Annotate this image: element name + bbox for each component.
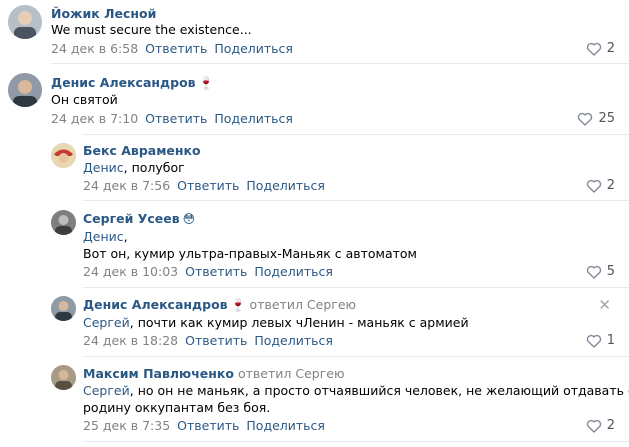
mention-link[interactable]: Денис (83, 229, 124, 244)
like-count: 5 (606, 264, 615, 279)
wine-emoji: 🍷 (230, 298, 246, 312)
comment-meta: 24 дек в 7:56 Ответить Поделиться (83, 178, 325, 193)
avatar[interactable] (51, 365, 76, 390)
comment-meta: 24 дек в 7:10 Ответить Поделиться (51, 111, 293, 126)
avatar[interactable] (8, 5, 42, 39)
comment-meta: 24 дек в 18:28 Ответить Поделиться (83, 333, 333, 348)
avatar[interactable] (8, 73, 42, 107)
reply-button[interactable]: Ответить (177, 418, 239, 433)
share-button[interactable]: Поделиться (246, 178, 325, 193)
mention-link[interactable]: Сергей (83, 383, 130, 398)
reply-button[interactable]: Ответить (185, 264, 247, 279)
divider (51, 63, 629, 64)
like-button[interactable]: 2 (586, 41, 615, 56)
like-button[interactable]: 25 (577, 111, 615, 126)
close-icon[interactable]: ✕ (598, 296, 611, 314)
like-count: 1 (606, 333, 615, 348)
comment-meta: 24 дек в 10:03 Ответить Поделиться (83, 264, 333, 279)
like-button[interactable]: 2 (586, 178, 615, 193)
heart-icon (586, 419, 601, 433)
share-button[interactable]: Поделиться (214, 41, 293, 56)
author-name[interactable]: Йожик Лесной (51, 6, 156, 21)
comment-text: Сергей, но он не маньяк, а просто отчаяв… (83, 383, 629, 398)
share-button[interactable]: Поделиться (214, 111, 293, 126)
comment-text: Денис, (83, 229, 128, 244)
comment-date[interactable]: 24 дек в 10:03 (83, 264, 178, 279)
comment-date[interactable]: 25 дек в 7:35 (83, 418, 170, 433)
share-button[interactable]: Поделиться (254, 333, 333, 348)
comment-text: We must secure the existence... (51, 22, 252, 37)
author-name[interactable]: Денис Александров 🍷 ответил Сергею (83, 297, 356, 312)
reply-button[interactable]: Ответить (145, 41, 207, 56)
heart-icon (586, 179, 601, 193)
comment-text: Денис, полубог (83, 160, 185, 175)
like-count: 2 (606, 41, 615, 56)
comment-date[interactable]: 24 дек в 18:28 (83, 333, 178, 348)
comment-text-line: родину оккупантам без боя. (83, 400, 271, 415)
like-count: 25 (598, 111, 615, 126)
avatar[interactable] (51, 296, 76, 321)
like-button[interactable]: 2 (586, 418, 615, 433)
divider (83, 356, 629, 357)
like-count: 2 (606, 418, 615, 433)
flushed-emoji: 😳 (182, 212, 196, 226)
wine-emoji: 🍷 (198, 76, 214, 90)
mention-link[interactable]: Денис (83, 160, 124, 175)
author-name[interactable]: Максим Павлюченко ответил Сергею (83, 366, 344, 381)
heart-icon (586, 265, 601, 279)
comment-date[interactable]: 24 дек в 7:10 (51, 111, 138, 126)
like-button[interactable]: 5 (586, 264, 615, 279)
heart-icon (578, 112, 593, 126)
replied-to[interactable]: ответил Сергею (250, 297, 357, 312)
comment-date[interactable]: 24 дек в 6:58 (51, 41, 138, 56)
divider (83, 287, 629, 288)
replied-to[interactable]: ответил Сергею (238, 366, 345, 381)
avatar[interactable] (51, 210, 76, 235)
reply-button[interactable]: Ответить (185, 333, 247, 348)
comment-date[interactable]: 24 дек в 7:56 (83, 178, 170, 193)
heart-icon (586, 42, 601, 56)
comment-text: Он святой (51, 92, 118, 107)
comment-text-line: Вот он, кумир ультра-правых-Маньяк с авт… (83, 246, 417, 261)
reply-button[interactable]: Ответить (177, 178, 239, 193)
author-name[interactable]: Денис Александров 🍷 (51, 75, 214, 90)
mention-link[interactable]: Сергей (83, 315, 130, 330)
author-name[interactable]: Бекс Авраменко (83, 143, 201, 158)
comment-text: Сергей, почти как кумир левых чЛенин - м… (83, 315, 469, 330)
divider (83, 200, 629, 201)
divider (83, 441, 629, 442)
divider (83, 134, 629, 135)
avatar[interactable] (51, 143, 76, 168)
comment-meta: 25 дек в 7:35 Ответить Поделиться (83, 418, 325, 433)
share-button[interactable]: Поделиться (254, 264, 333, 279)
like-button[interactable]: 1 (586, 333, 615, 348)
heart-icon (586, 334, 601, 348)
like-count: 2 (606, 178, 615, 193)
comment-meta: 24 дек в 6:58 Ответить Поделиться (51, 41, 293, 56)
reply-button[interactable]: Ответить (145, 111, 207, 126)
author-name[interactable]: Сергей Усеев 😳 (83, 211, 195, 226)
share-button[interactable]: Поделиться (246, 418, 325, 433)
